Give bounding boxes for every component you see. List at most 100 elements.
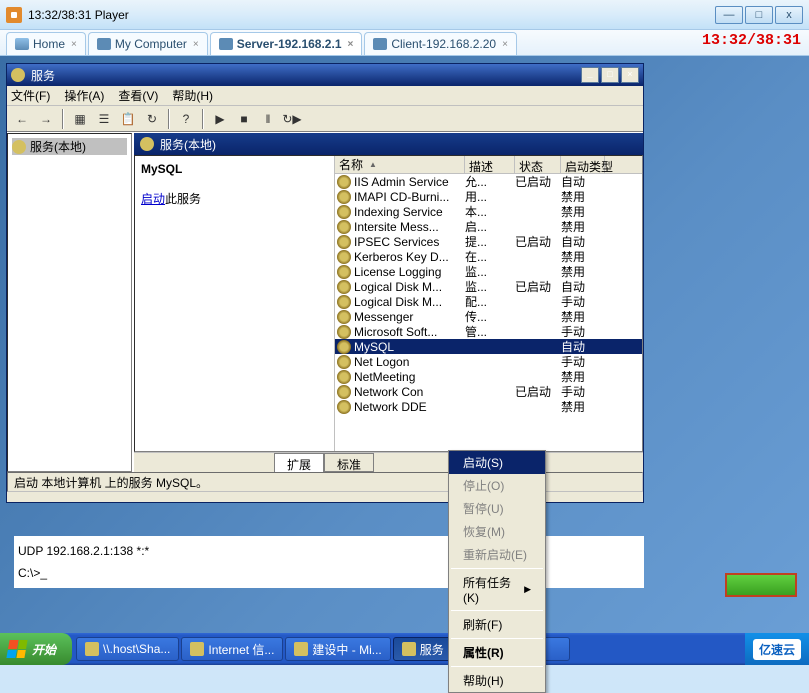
col-startup-type[interactable]: 启动类型: [561, 156, 605, 173]
pause-service-button[interactable]: ‖: [257, 108, 279, 130]
maximize-button[interactable]: □: [601, 67, 619, 83]
tab-client[interactable]: Client-192.168.2.20 ×: [364, 32, 517, 55]
taskbar-task[interactable]: 服务: [393, 637, 453, 661]
ctx-alltasks[interactable]: 所有任务(K)▶: [449, 571, 545, 608]
help-button[interactable]: ?: [175, 108, 197, 130]
task-label: Internet 信...: [208, 641, 274, 658]
maximize-button[interactable]: □: [745, 6, 773, 24]
close-button[interactable]: ×: [621, 67, 639, 83]
service-desc: 管...: [465, 323, 515, 340]
service-row[interactable]: Logical Disk M...监...已启动自动: [335, 279, 642, 294]
services-list[interactable]: 名称▲ 描述 状态 启动类型 IIS Admin Service允...已启动自…: [335, 156, 642, 451]
app-icon: [402, 642, 416, 656]
service-name: Microsoft Soft...: [354, 325, 437, 339]
tab-extended[interactable]: 扩展: [274, 453, 324, 472]
service-icon: [337, 205, 351, 219]
close-icon[interactable]: ×: [71, 39, 77, 50]
service-name: IIS Admin Service: [354, 175, 449, 189]
tray-brand: 亿速云: [753, 639, 801, 660]
service-row[interactable]: Network Con已启动手动: [335, 384, 642, 399]
export-button[interactable]: 📋: [117, 108, 139, 130]
back-button[interactable]: ←: [11, 108, 33, 130]
computer-icon: [373, 38, 387, 50]
col-desc[interactable]: 描述: [465, 156, 515, 173]
menu-view[interactable]: 查看(V): [118, 87, 158, 104]
stop-service-button[interactable]: ■: [233, 108, 255, 130]
service-icon: [337, 340, 351, 354]
forward-button[interactable]: →: [35, 108, 57, 130]
window-titlebar[interactable]: 服务 _ □ ×: [7, 64, 643, 86]
minimize-button[interactable]: _: [581, 67, 599, 83]
tree-root[interactable]: 服务(本地): [12, 138, 127, 155]
col-state[interactable]: 状态: [515, 156, 561, 173]
taskbar-task[interactable]: Internet 信...: [181, 637, 283, 661]
list-header[interactable]: 名称▲ 描述 状态 启动类型: [335, 156, 642, 174]
service-row[interactable]: Messenger传...禁用: [335, 309, 642, 324]
task-label: \\.host\Sha...: [103, 642, 170, 656]
start-service-link[interactable]: 启动: [141, 192, 165, 206]
menu-action[interactable]: 操作(A): [64, 87, 104, 104]
ctx-help[interactable]: 帮助(H): [449, 669, 545, 692]
service-icon: [337, 280, 351, 294]
tab-standard[interactable]: 标准: [324, 453, 374, 472]
windows-logo-icon: [6, 640, 27, 658]
service-icon: [337, 265, 351, 279]
service-row[interactable]: Intersite Mess...启...禁用: [335, 219, 642, 234]
close-icon[interactable]: ×: [193, 39, 199, 50]
detail-pane: MySQL 启动此服务: [135, 156, 335, 451]
refresh-button[interactable]: ↻: [141, 108, 163, 130]
service-name: IMAPI CD-Burni...: [354, 190, 449, 204]
service-icon: [337, 325, 351, 339]
close-icon[interactable]: ×: [502, 39, 508, 50]
ctx-properties[interactable]: 属性(R): [449, 641, 545, 664]
service-row[interactable]: IPSEC Services提...已启动自动: [335, 234, 642, 249]
system-tray[interactable]: 亿速云: [745, 633, 809, 665]
status-bar: 启动 本地计算机 上的服务 MySQL。: [7, 472, 643, 492]
close-button[interactable]: x: [775, 6, 803, 24]
taskbar-task[interactable]: \\.host\Sha...: [76, 637, 179, 661]
app-icon: [294, 642, 308, 656]
start-service-button[interactable]: ▶: [209, 108, 231, 130]
main-header: 服务(本地): [134, 133, 643, 155]
service-name: Messenger: [354, 310, 413, 324]
tab-server[interactable]: Server-192.168.2.1 ×: [210, 32, 363, 55]
service-row[interactable]: Network DDE禁用: [335, 399, 642, 414]
service-row[interactable]: Kerberos Key D...在...禁用: [335, 249, 642, 264]
col-name[interactable]: 名称▲: [335, 156, 465, 173]
restart-service-button[interactable]: ↻▶: [281, 108, 303, 130]
timestamp-overlay: 13:32/38:31: [702, 32, 801, 49]
ctx-refresh[interactable]: 刷新(F): [449, 613, 545, 636]
tab-mycomputer[interactable]: My Computer ×: [88, 32, 208, 55]
close-icon[interactable]: ×: [348, 39, 354, 50]
service-name: Logical Disk M...: [354, 295, 442, 309]
service-row[interactable]: MySQL自动: [335, 339, 642, 354]
menu-help[interactable]: 帮助(H): [172, 87, 213, 104]
gear-icon: [12, 140, 26, 154]
service-row[interactable]: Net Logon手动: [335, 354, 642, 369]
properties-button[interactable]: ☰: [93, 108, 115, 130]
service-icon: [337, 175, 351, 189]
command-prompt[interactable]: UDP 192.168.2.1:138 *:* C:\>_: [14, 536, 644, 588]
show-hide-tree-button[interactable]: ▦: [69, 108, 91, 130]
app-icon: [85, 642, 99, 656]
start-button[interactable]: 开始: [0, 633, 72, 665]
menu-file[interactable]: 文件(F): [11, 87, 50, 104]
service-row[interactable]: Logical Disk M...配...手动: [335, 294, 642, 309]
tab-home[interactable]: Home ×: [6, 32, 86, 55]
taskbar-task[interactable]: 建设中 - Mi...: [285, 637, 390, 661]
service-row[interactable]: IMAPI CD-Burni...用...禁用: [335, 189, 642, 204]
service-row[interactable]: Microsoft Soft...管...手动: [335, 324, 642, 339]
task-label: 服务: [420, 641, 444, 658]
service-row[interactable]: Indexing Service本...禁用: [335, 204, 642, 219]
service-icon: [337, 190, 351, 204]
tree-pane[interactable]: 服务(本地): [7, 133, 132, 472]
vm-title: 13:32/38:31 Player: [28, 8, 129, 22]
ctx-start[interactable]: 启动(S): [449, 451, 545, 474]
service-row[interactable]: License Logging监...禁用: [335, 264, 642, 279]
toolbar: ← → ▦ ☰ 📋 ↻ ? ▶ ■ ‖ ↻▶: [7, 106, 643, 132]
gear-icon: [11, 68, 25, 82]
service-row[interactable]: NetMeeting禁用: [335, 369, 642, 384]
service-row[interactable]: IIS Admin Service允...已启动自动: [335, 174, 642, 189]
minimize-button[interactable]: —: [715, 6, 743, 24]
context-menu: 启动(S) 停止(O) 暂停(U) 恢复(M) 重新启动(E) 所有任务(K)▶…: [448, 450, 546, 693]
